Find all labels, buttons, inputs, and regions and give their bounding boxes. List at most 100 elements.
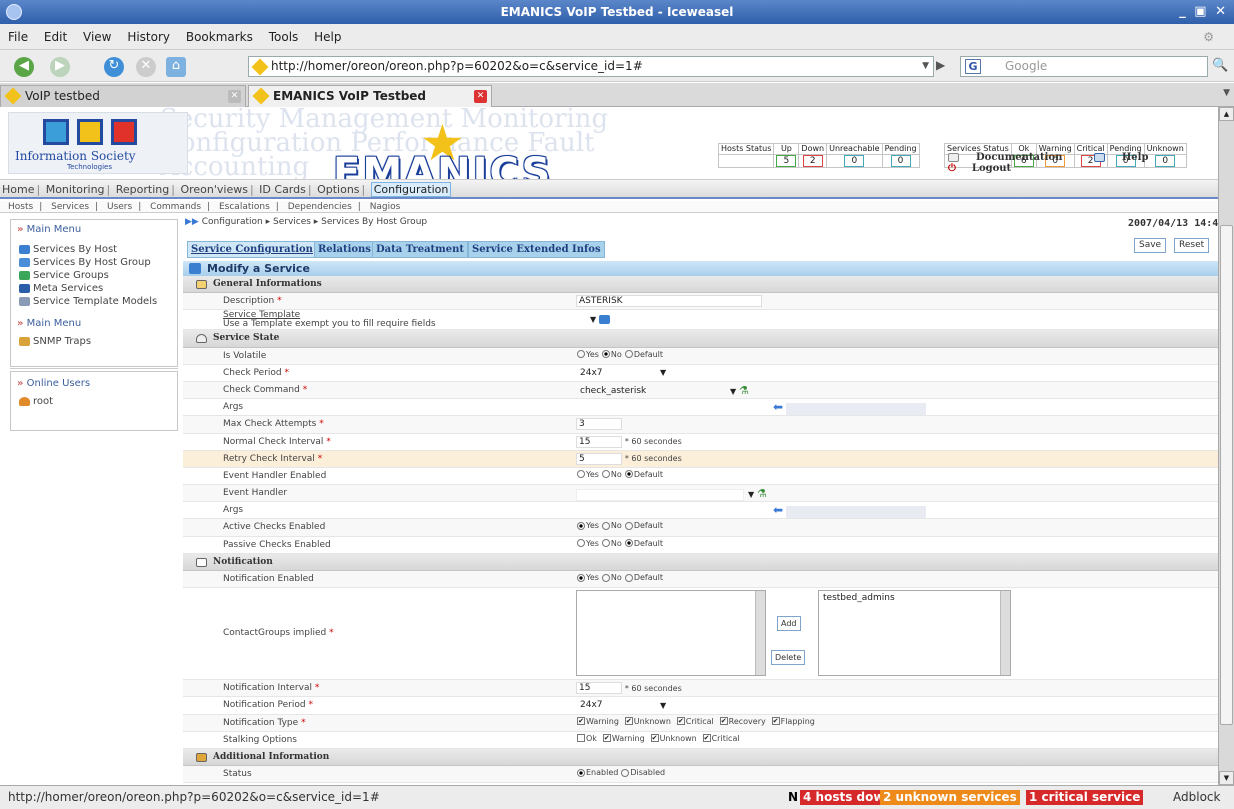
- forward-icon[interactable]: ▶: [50, 57, 70, 77]
- hosts-unreachable-count[interactable]: 0: [826, 154, 883, 168]
- list-scrollbar[interactable]: [1000, 591, 1010, 676]
- list-scrollbar[interactable]: [755, 591, 765, 676]
- checkbox-warning[interactable]: ✔: [577, 717, 585, 726]
- menu-help[interactable]: Help: [314, 30, 341, 44]
- scroll-thumb[interactable]: [1220, 225, 1233, 725]
- nav-options[interactable]: Options: [317, 183, 359, 196]
- check-period-select[interactable]: 24x7 ▼: [576, 367, 666, 379]
- template-select[interactable]: ▼: [590, 315, 596, 324]
- logout-link[interactable]: ⏻ Logout: [934, 163, 1011, 174]
- hosts-pending-count[interactable]: 0: [881, 154, 920, 168]
- radio-default[interactable]: [624, 470, 633, 479]
- radio-no[interactable]: [601, 350, 610, 359]
- count[interactable]: 0: [844, 155, 865, 167]
- sidebar-header[interactable]: » Main Menu: [11, 314, 177, 333]
- scroll-up-icon[interactable]: ▲: [1219, 107, 1234, 121]
- normal-interval-input[interactable]: 15: [576, 435, 622, 448]
- critical-service-badge[interactable]: 1 critical service: [1026, 790, 1144, 805]
- go-icon[interactable]: ▶: [936, 58, 945, 72]
- radio-enabled[interactable]: [577, 768, 585, 777]
- available-contactgroups-list[interactable]: [576, 590, 766, 677]
- add-button[interactable]: Add: [777, 616, 801, 632]
- subnav-dependencies[interactable]: Dependencies: [288, 202, 352, 212]
- close-tab-icon[interactable]: ✕: [474, 90, 487, 103]
- checkbox-critical[interactable]: ✔: [702, 734, 711, 743]
- tab-emanics[interactable]: EMANICS VoIP Testbed ✕: [248, 85, 492, 107]
- args2-input[interactable]: [785, 505, 926, 518]
- documentation-link[interactable]: Documentation: [934, 152, 1062, 163]
- subnav-users[interactable]: Users: [107, 202, 132, 212]
- arrow-left-icon[interactable]: ⬅: [773, 503, 783, 517]
- nav-home[interactable]: Home: [2, 183, 34, 196]
- template-icon[interactable]: [599, 315, 611, 325]
- hosts-up-count[interactable]: 5: [773, 154, 800, 168]
- selected-contactgroups-list[interactable]: testbed_admins: [818, 590, 1011, 677]
- nav-reporting[interactable]: Reporting: [116, 183, 169, 196]
- checkbox-unknown[interactable]: ✔: [650, 734, 659, 743]
- window-controls[interactable]: _ ▣ ✕: [1179, 0, 1228, 24]
- subnav-services[interactable]: Services: [51, 202, 89, 212]
- radio-disabled[interactable]: [621, 768, 630, 777]
- reload-icon[interactable]: ↻: [104, 57, 124, 77]
- radio-no[interactable]: [601, 521, 610, 530]
- description-input[interactable]: ASTERISK: [576, 295, 762, 308]
- save-button[interactable]: Save: [1134, 238, 1167, 253]
- count[interactable]: 5: [776, 155, 797, 167]
- notification-period-select[interactable]: 24x7 ▼: [576, 699, 666, 711]
- checkbox-warning[interactable]: ✔: [602, 734, 611, 743]
- tab-service-extended-infos[interactable]: Service Extended Infos: [468, 241, 605, 258]
- menu-file[interactable]: File: [8, 30, 28, 44]
- menu-history[interactable]: History: [127, 30, 170, 44]
- checkbox-critical[interactable]: ✔: [676, 717, 685, 726]
- back-icon[interactable]: ◀: [14, 57, 34, 77]
- tab-list-icon[interactable]: ▼: [1223, 88, 1230, 98]
- tab-voip-testbed[interactable]: VoIP testbed ✕: [0, 85, 246, 107]
- checkbox-recovery[interactable]: ✔: [719, 717, 728, 726]
- sidebar-item-service-groups[interactable]: Service Groups: [11, 269, 177, 282]
- delete-button[interactable]: Delete: [771, 650, 806, 666]
- radio-yes[interactable]: [577, 350, 585, 359]
- list-item[interactable]: testbed_admins: [823, 593, 895, 603]
- check-command-select[interactable]: check_asterisk: [576, 385, 726, 397]
- nav-configuration[interactable]: Configuration: [370, 182, 452, 197]
- radio-default[interactable]: [624, 521, 633, 530]
- stop-icon[interactable]: ✕: [136, 57, 156, 77]
- search-input[interactable]: G Google: [960, 56, 1208, 77]
- menu-view[interactable]: View: [83, 30, 111, 44]
- radio-default[interactable]: [624, 539, 633, 548]
- sidebar-item-services-by-hostgroup[interactable]: Services By Host Group: [11, 256, 177, 269]
- menu-edit[interactable]: Edit: [44, 30, 67, 44]
- help-link[interactable]: Help: [1080, 152, 1148, 163]
- subnav-commands[interactable]: Commands: [150, 202, 201, 212]
- menu-tools[interactable]: Tools: [269, 30, 299, 44]
- radio-no[interactable]: [601, 573, 610, 582]
- retry-interval-input[interactable]: 5: [576, 452, 622, 465]
- dropdown-icon[interactable]: ▼: [748, 490, 754, 499]
- radio-default[interactable]: [624, 350, 633, 359]
- radio-no[interactable]: [601, 539, 610, 548]
- page-scrollbar[interactable]: ▲ ▼: [1218, 107, 1234, 785]
- checkbox-flapping[interactable]: ✔: [771, 717, 780, 726]
- sidebar-item-snmp-traps[interactable]: SNMP Traps: [11, 335, 177, 348]
- checkbox-ok[interactable]: [577, 734, 585, 743]
- url-dropdown-icon[interactable]: ▼: [922, 57, 929, 76]
- scroll-down-icon[interactable]: ▼: [1219, 771, 1234, 785]
- radio-yes[interactable]: [577, 470, 585, 479]
- count[interactable]: 0: [890, 155, 911, 167]
- command-info-icon[interactable]: ⚗: [739, 384, 749, 397]
- count[interactable]: 2: [802, 155, 823, 167]
- adblock-button[interactable]: Adblock: [1170, 790, 1223, 805]
- radio-no[interactable]: [601, 470, 610, 479]
- dropdown-icon[interactable]: ▼: [730, 387, 736, 396]
- sidebar-header[interactable]: » Main Menu: [11, 220, 177, 239]
- arrow-left-icon[interactable]: ⬅: [773, 400, 783, 414]
- nav-id-cards[interactable]: ID Cards: [259, 183, 306, 196]
- sidebar-item-services-by-host[interactable]: Services By Host: [11, 243, 177, 256]
- unknown-services-badge[interactable]: 2 unknown services: [880, 790, 1020, 805]
- checkbox-unknown[interactable]: ✔: [624, 717, 633, 726]
- max-attempts-input[interactable]: 3: [576, 418, 622, 431]
- close-tab-icon[interactable]: ✕: [228, 90, 241, 103]
- tab-service-configuration[interactable]: Service Configuration: [187, 241, 317, 258]
- event-handler-select[interactable]: [576, 488, 744, 501]
- menu-bookmarks[interactable]: Bookmarks: [186, 30, 253, 44]
